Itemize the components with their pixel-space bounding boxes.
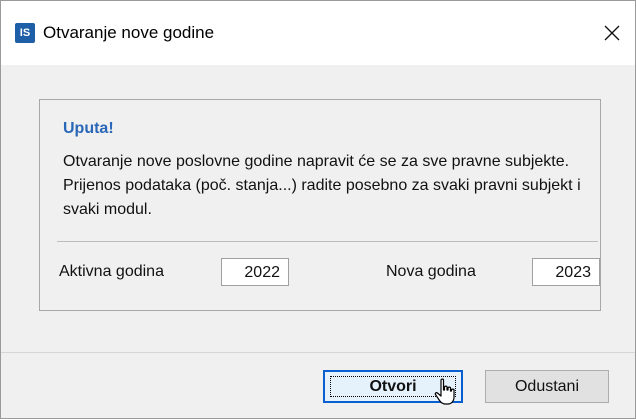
window-title: Otvaranje nove godine: [43, 23, 215, 42]
new-year-label: Nova godina: [386, 263, 476, 280]
cancel-button-label: Odustani: [514, 378, 580, 395]
info-groupbox: Uputa! Otvaranje nove poslovne godine na…: [39, 99, 601, 311]
dialog-window: IS Otvaranje nove godine Uputa! Otvaranj…: [0, 0, 636, 419]
open-button-label: Otvori: [369, 378, 417, 395]
info-text: Otvaranje nove poslovne godine napravit …: [63, 153, 581, 218]
footer-separator: [1, 352, 635, 353]
app-icon: IS: [15, 23, 35, 43]
active-year-field[interactable]: 2022: [221, 258, 289, 286]
info-heading: Uputa!: [63, 120, 114, 137]
title-bar: IS Otvaranje nove godine: [1, 1, 635, 65]
new-year-field[interactable]: 2023: [532, 258, 600, 286]
active-year-label: Aktivna godina: [59, 263, 164, 280]
hand-cursor-icon: [434, 378, 455, 405]
close-button[interactable]: [589, 9, 635, 57]
divider: [57, 241, 598, 242]
close-icon: [604, 25, 620, 41]
cancel-button[interactable]: Odustani: [485, 370, 609, 403]
